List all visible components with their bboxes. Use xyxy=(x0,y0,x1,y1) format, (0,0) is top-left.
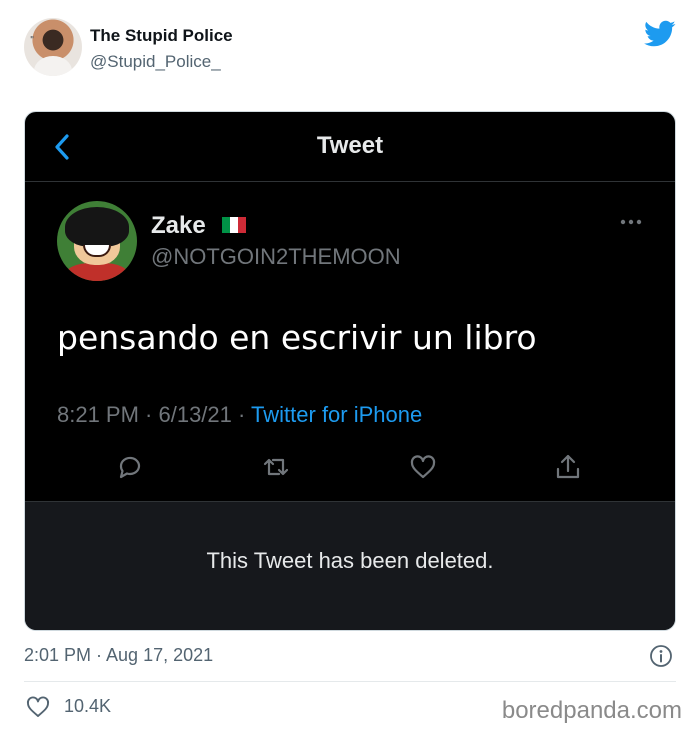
twitter-bird-icon[interactable] xyxy=(644,20,676,48)
like-count[interactable]: 10.4K xyxy=(64,696,111,717)
author-name-text: Zake xyxy=(151,212,206,239)
author-name: Zake xyxy=(151,212,247,240)
tweet-text: pensando en escrivir un libro xyxy=(57,318,537,357)
screenshot-nav-bar: Tweet xyxy=(25,112,675,182)
reply-icon xyxy=(119,456,141,479)
more-options-icon xyxy=(620,219,642,225)
tweet-source: Twitter for iPhone xyxy=(251,402,423,427)
display-name[interactable]: The Stupid Police xyxy=(90,26,233,46)
retweet-icon xyxy=(263,458,289,476)
author-avatar xyxy=(57,201,137,281)
share-icon xyxy=(556,454,580,479)
action-bar xyxy=(25,452,675,492)
like-icon xyxy=(410,455,436,479)
italy-flag-icon xyxy=(222,216,247,233)
deleted-tweet-notice: This Tweet has been deleted. xyxy=(25,501,675,630)
nav-title: Tweet xyxy=(316,132,384,159)
heart-icon[interactable] xyxy=(26,696,50,718)
quoted-screenshot: Tweet Zake @NOTGOIN2THEMOON pensando en … xyxy=(24,111,676,631)
footer-divider xyxy=(24,681,676,682)
deleted-notice-text: This Tweet has been deleted. xyxy=(206,548,494,573)
author-handle: @NOTGOIN2THEMOON xyxy=(151,244,401,269)
user-handle[interactable]: @Stupid_Police_ xyxy=(90,52,221,72)
tweet-time: 8:21 PM · 6/13/21 · xyxy=(57,402,252,427)
info-icon[interactable] xyxy=(649,644,673,668)
avatar[interactable]: " xyxy=(24,18,82,76)
avatar-body xyxy=(34,56,72,76)
avatar-badge: " xyxy=(30,34,35,44)
watermark: boredpanda.com xyxy=(501,697,682,724)
tweet-meta: 8:21 PM · 6/13/21 · Twitter for iPhone xyxy=(57,402,422,428)
outer-tweet-header: " The Stupid Police @Stupid_Police_ xyxy=(24,18,684,80)
tweet-timestamp[interactable]: 2:01 PM · Aug 17, 2021 xyxy=(24,645,213,666)
